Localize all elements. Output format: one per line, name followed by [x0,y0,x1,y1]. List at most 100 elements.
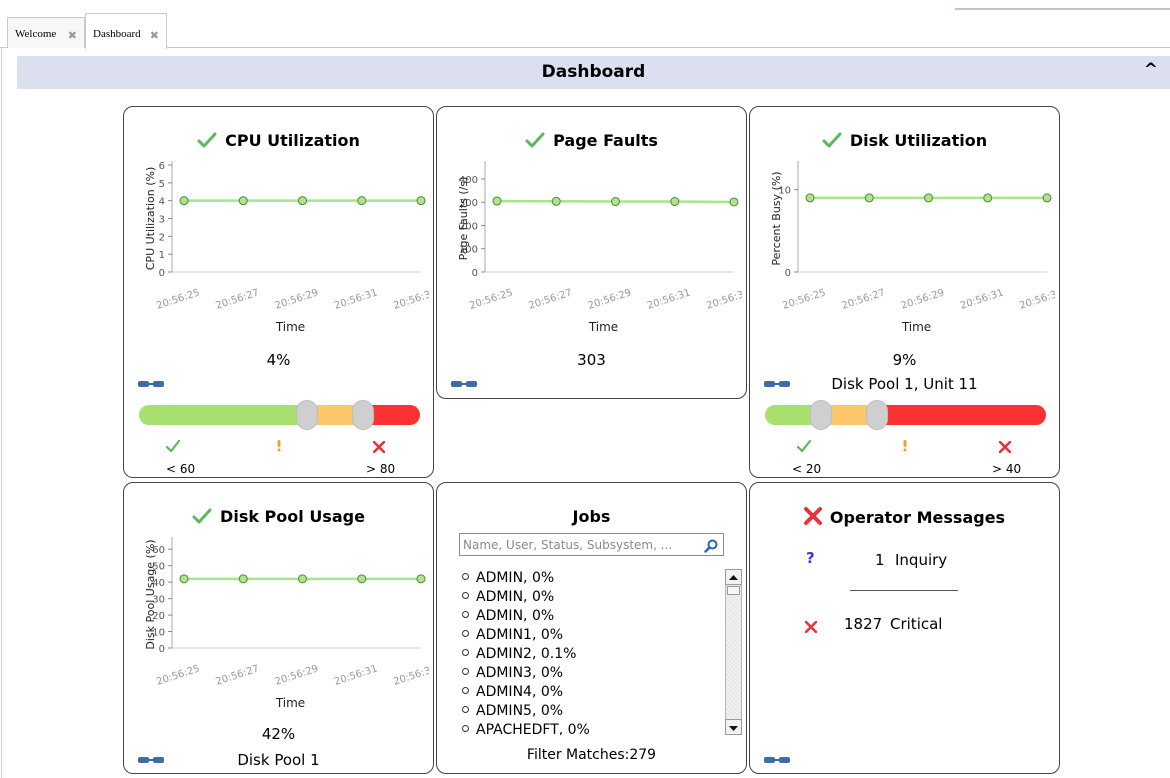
job-list[interactable]: ADMIN, 0% ADMIN, 0% ADMIN, 0% ADMIN1, 0%… [462,569,722,735]
close-icon[interactable]: ✖ [68,29,77,42]
job-label: ADMIN4, 0% [476,684,564,700]
bullet-icon [462,630,469,637]
data-point [864,193,874,203]
x-tick-label: 20:56:27 [840,287,886,311]
data-point [924,193,933,203]
x-tick-label: 20:56:29 [587,287,633,311]
job-label: ADMIN, 0% [476,570,555,586]
job-label: ADMIN1, 0% [476,627,564,643]
cpu-utilization-card: CPU Utilization 0 1 2 3 4 5 6 CPU Utilization (… [123,106,434,478]
disk-utilization-chart: 010Percent Busy (%)20:56:25 20:56:27 20:56… [770,161,1055,334]
disk-pool-value: 42% [261,725,296,743]
data-point [357,574,367,584]
y-tick-label: 2 [159,232,165,243]
bullet-icon [462,611,469,618]
connection-icon[interactable] [764,751,790,763]
x-tick-label: 20:56:27 [527,287,573,311]
warning-icon [902,437,908,456]
y-axis-label: Page Faults (/s) [457,177,470,261]
tab-welcome-label: Welcome [15,28,57,40]
data-point [983,193,993,203]
threshold-low-label: < 20 [792,462,822,476]
tab-welcome[interactable]: Welcome ✖ [7,17,85,48]
bullet-icon [462,706,469,713]
threshold-critical-segment [877,405,1046,425]
window-edge-decoration [955,8,1170,10]
connection-icon[interactable] [451,375,477,387]
list-item[interactable]: APACHEDFT, 0% [462,721,722,735]
collapse-button[interactable]: ^ [1144,60,1158,80]
job-search-input[interactable]: Name, User, Status, Subsystem, ... [459,533,724,556]
jobs-card: Jobs Name, User, Status, Subsystem, ... … [436,482,747,774]
list-item[interactable]: ADMIN2, 0.1% [462,645,722,664]
card-title: Page Faults [553,131,658,150]
page-faults-value: 303 [577,351,606,369]
check-icon [822,132,842,152]
x-icon [803,507,822,529]
disk-threshold-bar [765,405,1046,425]
critical-label[interactable]: Critical [890,615,942,633]
card-title: Disk Pool Usage [220,507,365,526]
threshold-low-handle[interactable] [296,400,318,430]
data-point [298,574,307,584]
disk-utilization-card: Disk Utilization 0 10 Percent Busy (%) 20:5… [749,106,1060,478]
critical-count[interactable]: 1827 [844,615,882,633]
data-point [1042,193,1052,203]
x-tick-label: 20:56:31 [959,287,1005,311]
inquiry-count[interactable]: 1 [875,551,885,569]
x-tick-label: 20:56:29 [274,287,320,311]
divider [850,590,958,591]
data-point [357,196,367,206]
filter-matches: Filter Matches:279 [526,747,657,763]
data-point [238,196,248,206]
search-icon[interactable] [704,538,718,557]
close-icon[interactable]: ✖ [150,29,159,42]
connection-icon[interactable] [138,375,164,387]
threshold-low-handle[interactable] [810,400,832,430]
x-axis-label: Time [588,320,618,334]
y-tick-label: 0 [785,268,791,279]
x-tick-label: 20:56:29 [900,287,946,311]
y-tick-label: 4 [159,197,165,208]
inquiry-label[interactable]: Inquiry [895,551,947,569]
threshold-high-handle[interactable] [866,400,888,430]
scroll-down-button[interactable] [725,719,742,735]
question-icon: ? [806,549,815,567]
operator-messages-card: Operator Messages ? 1 Inquiry 1827 Criti… [749,482,1060,774]
list-item[interactable]: ADMIN, 0% [462,569,722,588]
tab-bar: Welcome ✖ Dashboard ✖ [0,0,1170,49]
list-item[interactable]: ADMIN5, 0% [462,702,722,721]
bullet-icon [462,725,469,732]
disk-pool-usage-card: Disk Pool Usage 0 10 20 30 40 50 60 Disk Pool U… [123,482,434,774]
x-tick-label: 20:56:31 [333,287,379,311]
job-list-scrollbar[interactable] [725,569,742,735]
x-tick-label: 20:56:33 [1018,287,1055,311]
x-icon [804,618,818,637]
dashboard-header: Dashboard ^ [17,56,1170,89]
y-tick-label: 0 [159,644,165,655]
threshold-high-label: > 40 [992,462,1022,476]
x-axis-label: Time [901,320,931,334]
data-point [416,574,426,584]
data-point [179,574,189,584]
tab-dashboard[interactable]: Dashboard ✖ [85,13,167,49]
data-point [298,196,307,206]
disk-subtitle: Disk Pool 1, Unit 11 [831,375,978,393]
threshold-high-handle[interactable] [352,400,374,430]
scroll-up-button[interactable] [725,569,742,585]
list-item[interactable]: ADMIN, 0% [462,588,722,607]
scroll-thumb[interactable] [727,586,740,595]
threshold-low-label: < 60 [166,462,196,476]
list-item[interactable]: ADMIN1, 0% [462,626,722,645]
bullet-icon [462,649,469,656]
y-tick-label: 0 [472,268,478,279]
check-icon [165,437,181,456]
card-title: Jobs [572,507,611,526]
list-item[interactable]: ADMIN4, 0% [462,683,722,702]
list-item[interactable]: ADMIN, 0% [462,607,722,626]
data-point [492,196,502,206]
job-label: ADMIN, 0% [476,608,555,624]
x-tick-label: 20:56:25 [468,287,514,311]
list-item[interactable]: ADMIN3, 0% [462,664,722,683]
tab-dashboard-label: Dashboard [93,28,141,40]
